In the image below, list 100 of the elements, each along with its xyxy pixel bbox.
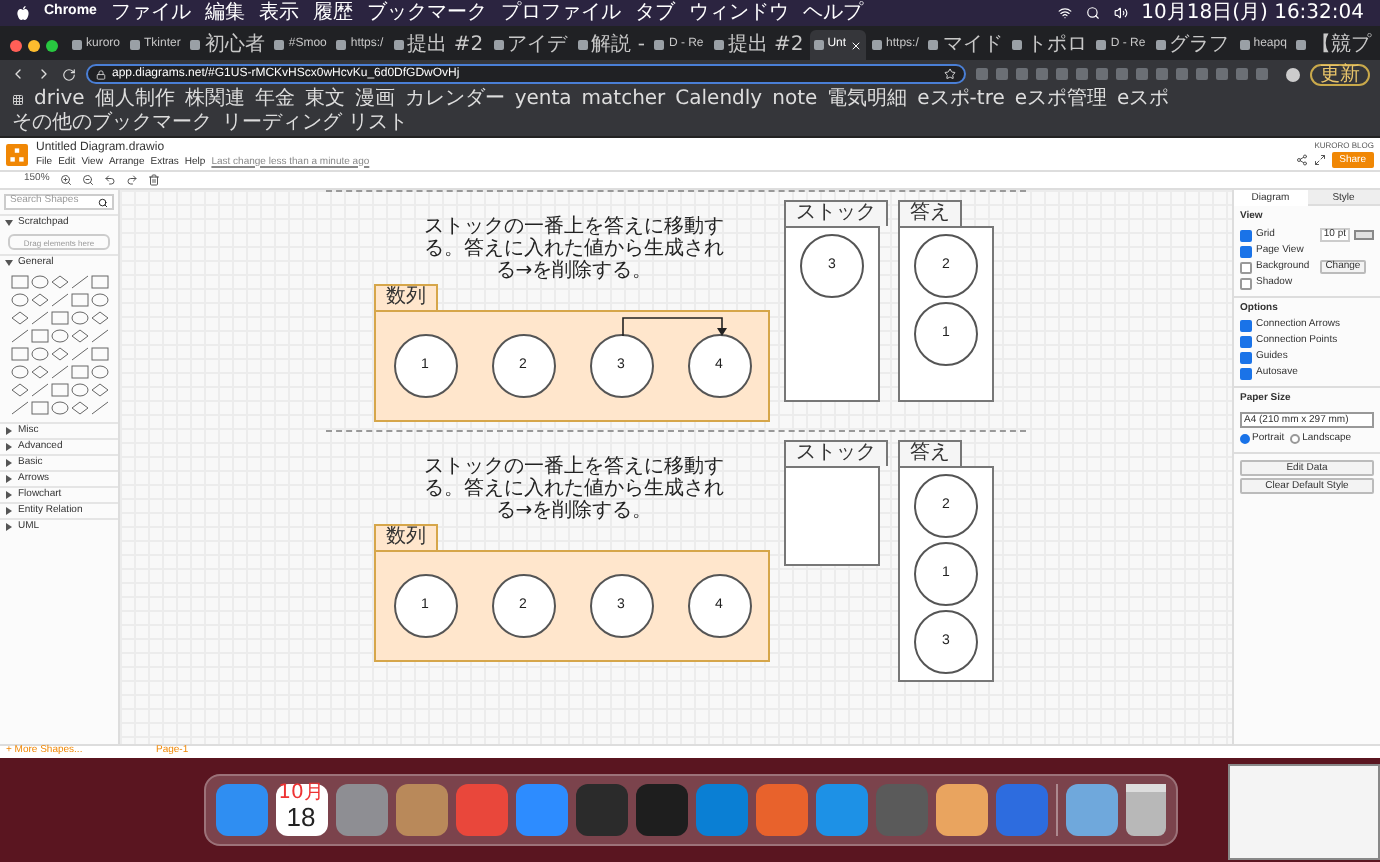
- close-window-icon[interactable]: [10, 39, 22, 51]
- bookmark-link[interactable]: eスポ: [1117, 88, 1170, 112]
- bookmark-link[interactable]: 東文: [304, 88, 345, 112]
- bookmark-link[interactable]: 年金: [254, 88, 295, 112]
- bookmark-link[interactable]: 個人制作: [94, 88, 175, 112]
- browser-tab[interactable]: トポロ: [1008, 30, 1091, 60]
- container-label: ストック: [784, 200, 888, 226]
- container-label: 答え: [898, 200, 962, 226]
- minimize-window-icon[interactable]: [28, 39, 40, 51]
- menu-item[interactable]: ブックマーク: [366, 1, 487, 25]
- favicon-icon: [393, 40, 404, 50]
- checkbox[interactable]: [1240, 245, 1252, 257]
- connector-arrow: [622, 317, 727, 337]
- bookmark-link[interactable]: drive: [34, 88, 85, 112]
- favicon-icon: [1096, 40, 1107, 50]
- app-icon[interactable]: [635, 784, 687, 836]
- update-button[interactable]: 更新: [1310, 63, 1370, 85]
- undo-icon[interactable]: [103, 174, 116, 186]
- checkbox[interactable]: [1240, 277, 1252, 289]
- bookmark-link[interactable]: note: [772, 88, 818, 112]
- delete-icon[interactable]: [147, 174, 160, 186]
- favicon-icon: [493, 40, 504, 50]
- app-icon[interactable]: [575, 784, 627, 836]
- search-icon[interactable]: [1085, 6, 1100, 20]
- bookmark-star-icon[interactable]: [944, 68, 956, 80]
- favicon-icon: [872, 40, 883, 50]
- app-icon[interactable]: [935, 784, 987, 836]
- zoom-out-icon[interactable]: [81, 174, 94, 186]
- apps-icon[interactable]: [12, 94, 24, 106]
- bookmark-link[interactable]: 電気明細: [827, 88, 908, 112]
- app-icon[interactable]: [815, 784, 867, 836]
- favicon-icon: [1239, 40, 1250, 50]
- browser-tab[interactable]: 初心者: [186, 30, 269, 60]
- favicon-icon: [1012, 40, 1023, 50]
- menu-item[interactable]: プロファイル: [500, 1, 621, 25]
- wifi-icon[interactable]: [1057, 6, 1072, 20]
- checkbox[interactable]: [1240, 229, 1252, 241]
- menu-item[interactable]: 表示: [258, 1, 299, 25]
- screenshot-thumbnail[interactable]: [1228, 764, 1380, 860]
- menu-item[interactable]: ウィンドウ: [688, 1, 789, 25]
- menu-item[interactable]: タブ: [634, 1, 675, 25]
- checkbox[interactable]: [1240, 320, 1252, 332]
- checkbox[interactable]: [1240, 368, 1252, 380]
- menu-item[interactable]: 履歴: [312, 1, 353, 25]
- bookmark-link[interactable]: カレンダー: [404, 88, 505, 112]
- radio-button[interactable]: [1290, 433, 1301, 444]
- browser-tab[interactable]: 【競プ: [1292, 30, 1375, 60]
- checkbox[interactable]: [1240, 336, 1252, 348]
- back-icon[interactable]: [10, 66, 26, 82]
- bookmark-link[interactable]: 漫画: [354, 88, 395, 112]
- redo-icon[interactable]: [125, 174, 138, 186]
- browser-tab[interactable]: マイド: [924, 30, 1007, 60]
- profile-icon[interactable]: [1286, 67, 1300, 81]
- browser-tab[interactable]: 提出 #2: [709, 30, 808, 60]
- favicon-icon: [130, 40, 141, 50]
- volume-icon[interactable]: [1113, 6, 1128, 20]
- clock-text[interactable]: 10月18日(月) 16:32:04: [1141, 1, 1364, 25]
- app-icon[interactable]: [395, 784, 447, 836]
- search-icon: [98, 197, 108, 207]
- app-icon[interactable]: [515, 784, 567, 836]
- bookmark-link[interactable]: リーディング リスト: [222, 112, 409, 136]
- radio-button[interactable]: [1240, 433, 1250, 444]
- checkbox[interactable]: [1240, 261, 1252, 273]
- trash-icon[interactable]: [1125, 784, 1165, 836]
- grid-color-swatch[interactable]: [1354, 230, 1374, 240]
- browser-tab[interactable]: アイデ: [489, 30, 572, 60]
- reload-icon[interactable]: [62, 67, 76, 81]
- browser-tab[interactable]: グラフ: [1151, 30, 1234, 60]
- favicon-icon: [72, 40, 82, 50]
- bookmark-link[interactable]: matcher: [581, 88, 666, 112]
- favicon-icon: [577, 40, 588, 50]
- app-icon[interactable]: [335, 784, 387, 836]
- app-icon[interactable]: [215, 784, 267, 836]
- app-icon[interactable]: [1065, 784, 1117, 836]
- bookmark-link[interactable]: eスポ-tre: [917, 88, 1005, 112]
- bookmark-link[interactable]: 株関連: [184, 88, 245, 112]
- menu-item[interactable]: 編集: [204, 1, 245, 25]
- bookmark-link[interactable]: yenta: [514, 88, 572, 112]
- close-tab-icon[interactable]: [850, 39, 863, 51]
- favicon-icon: [713, 40, 724, 50]
- bookmark-link[interactable]: その他のブックマーク: [12, 112, 212, 136]
- forward-icon[interactable]: [36, 66, 52, 82]
- app-icon[interactable]: [695, 784, 747, 836]
- menu-item[interactable]: ファイル: [110, 1, 191, 25]
- favicon-icon: [654, 40, 665, 50]
- menu-item[interactable]: ヘルプ: [802, 1, 863, 25]
- zoom-in-icon[interactable]: [59, 174, 72, 186]
- bookmark-link[interactable]: Calendly: [675, 88, 763, 112]
- checkbox[interactable]: [1240, 352, 1252, 364]
- share-icon[interactable]: [1295, 154, 1308, 166]
- browser-tab[interactable]: 解説 -: [573, 30, 649, 60]
- app-icon[interactable]: [755, 784, 807, 836]
- browser-tab[interactable]: 提出 #2: [389, 30, 488, 60]
- calendar-app-icon[interactable]: 10月 18: [275, 784, 327, 836]
- bookmark-link[interactable]: eスポ管理: [1014, 88, 1108, 112]
- app-icon[interactable]: [455, 784, 507, 836]
- maximize-window-icon[interactable]: [46, 39, 58, 51]
- apple-icon[interactable]: [16, 5, 30, 21]
- app-icon[interactable]: [995, 784, 1047, 836]
- caption-text: ストックの一番上を答えに移動する。答えに入れた値から生成される→を削除する。: [424, 456, 724, 522]
